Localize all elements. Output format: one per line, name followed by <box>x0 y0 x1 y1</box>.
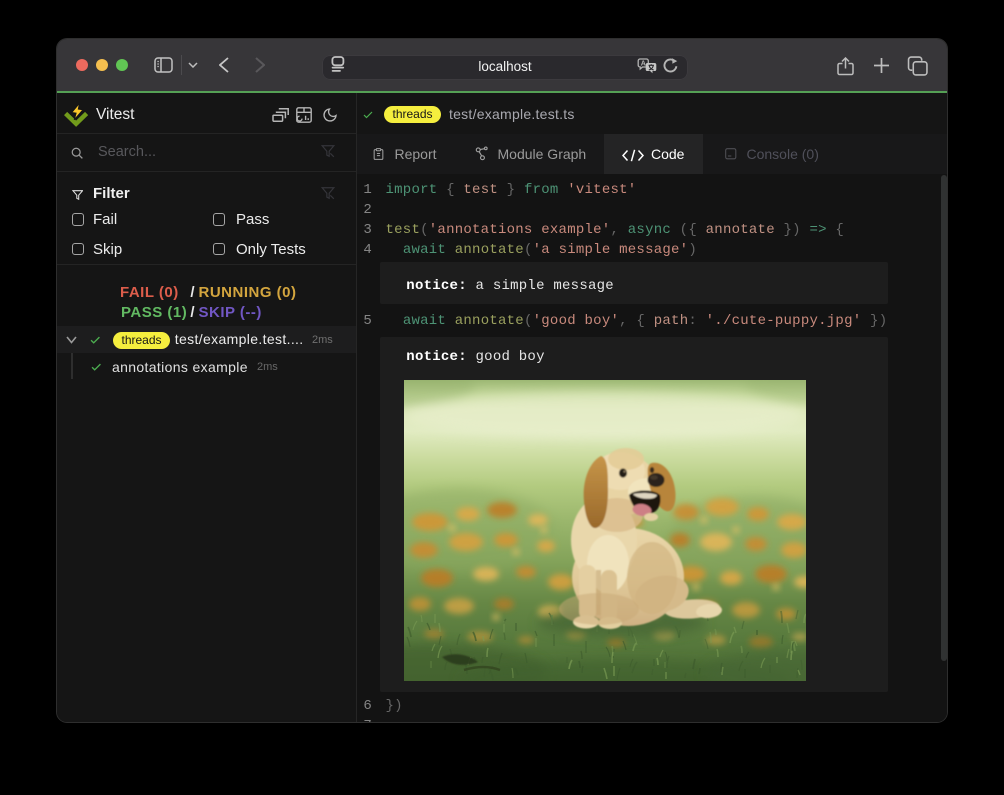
svg-text:A: A <box>641 60 646 67</box>
